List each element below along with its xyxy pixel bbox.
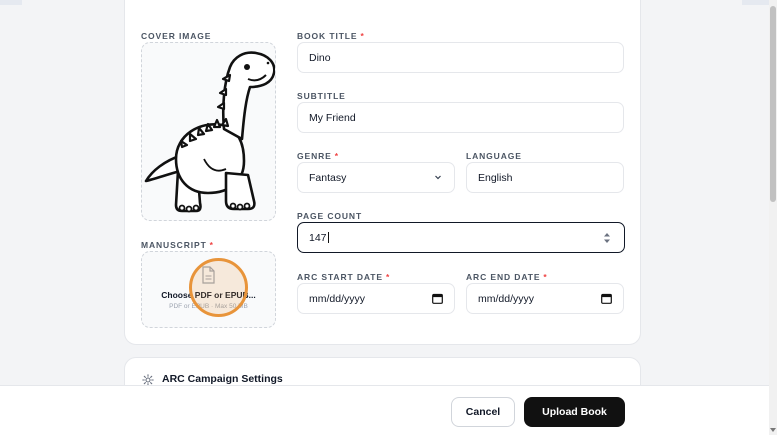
book-title-label: BOOK TITLE * bbox=[297, 31, 365, 41]
genre-label: GENRE * bbox=[297, 151, 339, 161]
page-scrollbar[interactable] bbox=[769, 0, 777, 435]
bottom-action-bar: Cancel Upload Book bbox=[0, 385, 769, 435]
arc-start-date-label: ARC START DATE * bbox=[297, 272, 391, 282]
book-title-input[interactable]: Dino bbox=[297, 42, 624, 73]
upload-book-button[interactable]: Upload Book bbox=[524, 397, 625, 427]
subtitle-label: SUBTITLE bbox=[297, 91, 346, 101]
cover-image-label: COVER IMAGE bbox=[141, 31, 212, 41]
scrollbar-thumb[interactable] bbox=[770, 6, 776, 202]
number-stepper-icon[interactable] bbox=[603, 231, 611, 245]
cover-image-dropzone[interactable] bbox=[141, 42, 276, 221]
arc-start-date-input[interactable]: mm/dd/yyyy bbox=[297, 283, 455, 314]
campaign-settings-title: ARC Campaign Settings bbox=[162, 373, 283, 385]
click-indicator-ring bbox=[189, 258, 248, 317]
cancel-button[interactable]: Cancel bbox=[451, 397, 515, 427]
arc-end-date-input[interactable]: mm/dd/yyyy bbox=[466, 283, 624, 314]
page-count-input[interactable]: 147 bbox=[297, 222, 625, 253]
text-cursor bbox=[327, 232, 329, 243]
manuscript-label: MANUSCRIPT * bbox=[141, 240, 214, 250]
language-label: LANGUAGE bbox=[466, 151, 522, 161]
calendar-icon[interactable] bbox=[601, 293, 612, 304]
genre-select[interactable]: Fantasy bbox=[297, 162, 455, 193]
chevron-down-icon bbox=[435, 175, 441, 180]
page-count-label: PAGE COUNT bbox=[297, 211, 363, 221]
language-input[interactable]: English bbox=[466, 162, 624, 193]
arc-end-date-label: ARC END DATE * bbox=[466, 272, 548, 282]
subtitle-input[interactable]: My Friend bbox=[297, 102, 624, 133]
dinosaur-cover-image bbox=[144, 51, 275, 213]
scroll-down-arrow-icon[interactable] bbox=[769, 426, 777, 434]
calendar-icon[interactable] bbox=[432, 293, 443, 304]
